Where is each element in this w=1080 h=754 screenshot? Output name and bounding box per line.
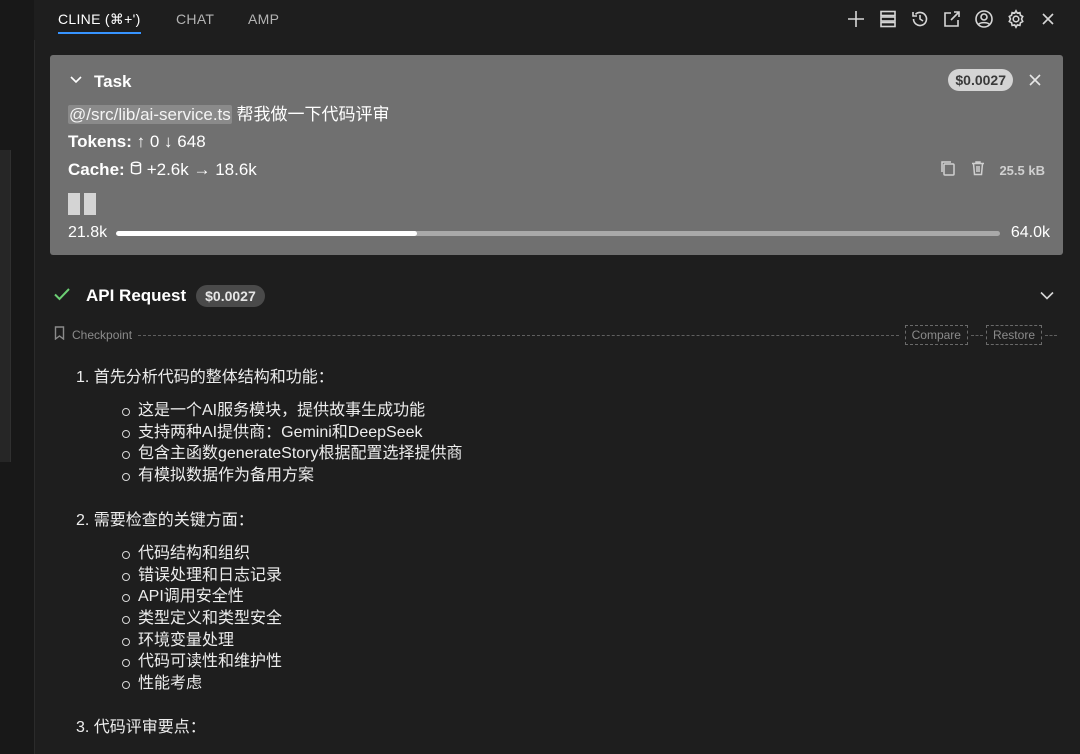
chevron-down-icon[interactable] xyxy=(68,71,84,92)
gear-icon[interactable] xyxy=(1000,6,1032,32)
list-item: 支持两种AI提供商：Gemini和DeepSeek xyxy=(122,422,463,444)
list-item: 类型定义和类型安全 xyxy=(122,608,282,630)
api-request-cost-badge: $0.0027 xyxy=(196,285,265,307)
trash-icon[interactable] xyxy=(969,159,987,182)
account-icon[interactable] xyxy=(968,6,1000,32)
pause-icon[interactable] xyxy=(68,193,96,215)
compare-button[interactable]: Compare xyxy=(904,325,968,345)
server-icon[interactable] xyxy=(872,6,904,32)
list-item: 环境变量处理 xyxy=(122,630,282,652)
section-list: 这是一个AI服务模块，提供故事生成功能 支持两种AI提供商：Gemini和Dee… xyxy=(122,400,463,487)
close-icon[interactable] xyxy=(1032,6,1064,32)
tab-amp[interactable]: AMP xyxy=(248,10,279,32)
chevron-down-icon[interactable] xyxy=(1038,286,1056,309)
external-link-icon[interactable] xyxy=(936,6,968,32)
database-icon xyxy=(129,160,143,180)
list-item: 这是一个AI服务模块，提供故事生成功能 xyxy=(122,400,463,422)
section-heading: 2. 需要检查的关键方面： xyxy=(76,512,254,529)
task-header[interactable]: Task xyxy=(68,71,132,92)
bookmark-icon xyxy=(53,325,66,345)
checkpoint-row: Checkpoint Compare Restore xyxy=(53,325,1060,345)
panel-toolbar xyxy=(840,6,1064,32)
panel-tab-bar: CLINE (⌘+') CHAT AMP xyxy=(34,0,1080,40)
task-size: 25.5 kB xyxy=(999,163,1045,178)
cline-panel: CLINE (⌘+') CHAT AMP Task $0.0027 @/src/… xyxy=(0,0,1080,754)
checkpoint-divider xyxy=(138,334,899,336)
section-heading: 1. 首先分析代码的整体结构和功能： xyxy=(76,369,334,386)
tokens-value: ↑ 0 ↓ 648 xyxy=(136,132,206,151)
context-used: 21.8k xyxy=(68,224,108,241)
task-card: Task $0.0027 @/src/lib/ai-service.ts 帮我做… xyxy=(50,55,1063,255)
context-max: 64.0k xyxy=(1010,224,1050,241)
list-item: API调用安全性 xyxy=(122,586,282,608)
task-actions: 25.5 kB xyxy=(939,159,1045,182)
api-request-row[interactable]: API Request $0.0027 xyxy=(52,283,1056,309)
list-item: 性能考虑 xyxy=(122,673,282,695)
task-prompt-text: 帮我做一下代码评审 xyxy=(231,105,390,124)
cache-value: +2.6k → 18.6k xyxy=(146,160,257,179)
file-mention[interactable]: @/src/lib/ai-service.ts xyxy=(68,105,232,124)
tokens-label: Tokens: xyxy=(68,132,132,151)
tokens-row: Tokens: ↑ 0 ↓ 648 xyxy=(68,132,206,152)
context-window-row: 21.8k 64.0k xyxy=(68,223,1050,243)
task-cost-badge: $0.0027 xyxy=(948,69,1013,91)
list-item: 代码可读性和维护性 xyxy=(122,651,282,673)
task-title: Task xyxy=(94,71,132,91)
tab-cline[interactable]: CLINE (⌘+') xyxy=(58,10,141,34)
section-list: 代码结构和组织 错误处理和日志记录 API调用安全性 类型定义和类型安全 环境变… xyxy=(122,543,282,695)
list-item: 包含主函数generateStory根据配置选择提供商 xyxy=(122,443,463,465)
copy-icon[interactable] xyxy=(939,159,957,182)
checkpoint-divider xyxy=(970,334,983,336)
api-request-title: API Request xyxy=(86,286,187,305)
history-icon[interactable] xyxy=(904,6,936,32)
tab-chat[interactable]: CHAT xyxy=(176,10,214,32)
list-item: 有模拟数据作为备用方案 xyxy=(122,465,463,487)
editor-side-panel xyxy=(0,150,11,462)
task-prompt: @/src/lib/ai-service.ts 帮我做一下代码评审 xyxy=(68,100,390,125)
checkpoint-label: Checkpoint xyxy=(72,328,133,342)
checkpoint-divider xyxy=(1045,334,1057,336)
section-heading: 3. 代码评审要点： xyxy=(76,719,206,736)
plus-icon[interactable] xyxy=(840,6,872,32)
context-progress-bar xyxy=(116,231,1000,236)
close-icon[interactable] xyxy=(1027,72,1043,93)
cache-row: Cache: +2.6k → 18.6k xyxy=(68,160,257,180)
cache-label: Cache: xyxy=(68,160,125,179)
restore-button[interactable]: Restore xyxy=(985,325,1042,345)
list-item: 错误处理和日志记录 xyxy=(122,565,282,587)
list-item: 代码结构和组织 xyxy=(122,543,282,565)
context-progress-fill xyxy=(116,231,418,236)
check-icon xyxy=(52,284,72,309)
